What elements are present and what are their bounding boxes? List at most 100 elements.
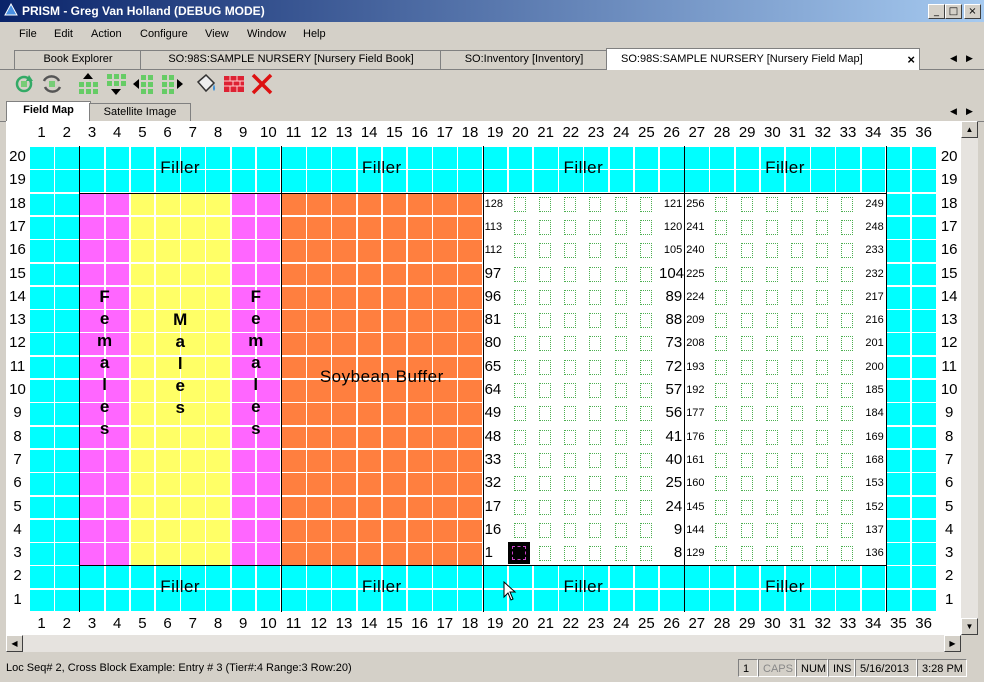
field-cell[interactable] (180, 285, 206, 310)
plot-number[interactable]: 97 (485, 265, 502, 282)
field-cell[interactable] (331, 472, 358, 496)
tab-book-explorer[interactable]: Book Explorer (14, 50, 142, 69)
field-cell[interactable] (381, 262, 408, 287)
field-cell[interactable] (54, 285, 80, 310)
subtab-scroll-right-icon[interactable]: ▶ (966, 106, 973, 117)
field-cell[interactable] (79, 215, 106, 240)
field-map-grid[interactable]: 1 1 2 2 3 3 4 4 5 5 6 6 7 7 8 8 9 9 10 10 11 11 12 12 13 13 14 14 15… (6, 121, 961, 635)
field-cell[interactable] (29, 169, 55, 194)
field-cell[interactable] (54, 309, 80, 333)
plot-number[interactable]: 225 (686, 268, 704, 280)
field-cell[interactable] (407, 425, 433, 450)
field-cell[interactable] (407, 239, 433, 263)
field-cell[interactable] (911, 425, 937, 450)
field-cell[interactable] (381, 518, 408, 543)
plot-number[interactable]: 80 (485, 334, 502, 351)
plot-number[interactable]: 209 (686, 314, 704, 326)
field-cell[interactable] (381, 285, 408, 310)
field-cell[interactable] (911, 355, 937, 380)
minimize-button[interactable]: _ (928, 4, 945, 19)
menu-view[interactable]: View (205, 28, 229, 40)
field-cell[interactable] (104, 239, 131, 263)
field-cell[interactable] (911, 565, 937, 590)
field-cell[interactable] (432, 495, 458, 520)
field-cell[interactable] (356, 495, 383, 520)
move-up-icon[interactable] (76, 72, 100, 96)
field-cell[interactable] (911, 402, 937, 427)
field-cell[interactable] (281, 285, 307, 310)
field-cell[interactable] (180, 239, 206, 263)
menu-window[interactable]: Window (247, 28, 286, 40)
field-cell[interactable] (885, 285, 912, 310)
plot-number[interactable]: 9 (659, 521, 682, 538)
plot-number[interactable]: 208 (686, 337, 704, 349)
field-cell[interactable] (230, 472, 257, 496)
field-cell[interactable] (29, 215, 55, 240)
plot-number[interactable]: 137 (861, 524, 883, 536)
field-cell[interactable] (129, 518, 156, 543)
plot-number[interactable]: 224 (686, 291, 704, 303)
field-cell[interactable] (29, 262, 55, 287)
field-cell[interactable] (381, 425, 408, 450)
field-cell[interactable] (205, 472, 232, 496)
field-cell[interactable] (29, 518, 55, 543)
field-cell[interactable] (54, 332, 80, 357)
field-cell[interactable] (129, 355, 156, 380)
field-cell[interactable] (54, 542, 80, 566)
field-cell[interactable] (129, 542, 156, 566)
field-cell[interactable] (306, 518, 332, 543)
field-cell[interactable] (457, 542, 484, 566)
plot-number[interactable]: 129 (686, 547, 704, 559)
field-cell[interactable] (29, 542, 55, 566)
move-down-icon[interactable] (104, 72, 128, 96)
field-cell[interactable] (205, 192, 232, 217)
field-cell[interactable] (885, 402, 912, 427)
tab-inventory[interactable]: SO:Inventory [Inventory] (440, 50, 608, 69)
field-cell[interactable] (457, 495, 484, 520)
field-cell[interactable] (230, 448, 257, 473)
field-cell[interactable] (911, 309, 937, 333)
field-cell[interactable] (407, 518, 433, 543)
field-cell[interactable] (407, 262, 433, 287)
field-cell[interactable] (155, 239, 181, 263)
field-cell[interactable] (381, 402, 408, 427)
field-cell[interactable] (885, 542, 912, 566)
plot-number[interactable]: 57 (659, 381, 683, 398)
field-cell[interactable] (885, 355, 912, 380)
field-cell[interactable] (885, 448, 912, 473)
field-cell[interactable] (432, 215, 458, 240)
move-left-icon[interactable] (132, 72, 156, 96)
field-cell[interactable] (180, 425, 206, 450)
field-cell[interactable] (79, 239, 106, 263)
scroll-down-icon[interactable]: ▼ (961, 618, 978, 635)
menu-help[interactable]: Help (303, 28, 326, 40)
field-cell[interactable] (104, 262, 131, 287)
plot-number[interactable]: 152 (861, 501, 883, 513)
plot-number[interactable]: 24 (659, 498, 683, 515)
field-cell[interactable] (29, 309, 55, 333)
field-cell[interactable] (180, 472, 206, 496)
menu-action[interactable]: Action (91, 28, 122, 40)
field-cell[interactable] (407, 215, 433, 240)
field-cell[interactable] (381, 332, 408, 357)
field-cell[interactable] (281, 332, 307, 357)
field-cell[interactable] (331, 262, 358, 287)
field-cell[interactable] (885, 215, 912, 240)
close-tab-icon[interactable]: × (907, 51, 915, 68)
field-cell[interactable] (885, 495, 912, 520)
field-cell[interactable] (407, 448, 433, 473)
field-cell[interactable] (281, 239, 307, 263)
field-cell[interactable] (457, 262, 484, 287)
field-cell[interactable] (356, 192, 383, 217)
scroll-up-icon[interactable]: ▲ (961, 121, 978, 138)
field-cell[interactable] (331, 192, 358, 217)
field-cell[interactable] (306, 285, 332, 310)
field-cell[interactable] (281, 472, 307, 496)
field-cell[interactable] (29, 472, 55, 496)
field-cell[interactable] (381, 472, 408, 496)
plot-number[interactable]: 256 (686, 198, 704, 210)
field-cell[interactable] (356, 239, 383, 263)
field-cell[interactable] (306, 542, 332, 566)
field-cell[interactable] (281, 542, 307, 566)
plot-number[interactable]: 240 (686, 244, 704, 256)
